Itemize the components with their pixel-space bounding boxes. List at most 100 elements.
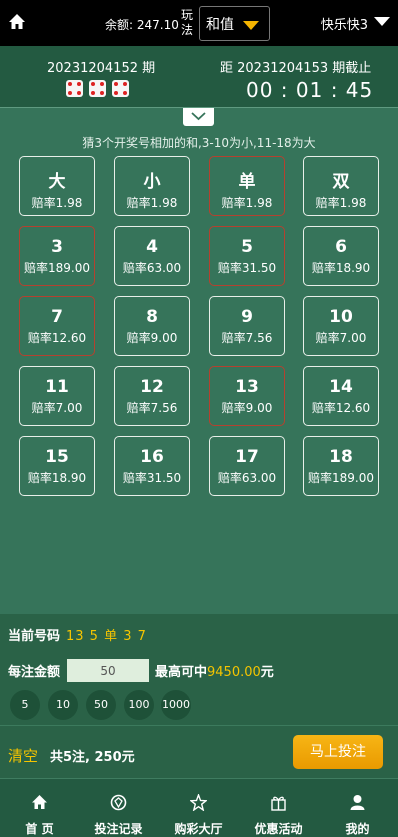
bet-option-title: 小: [143, 172, 161, 192]
bet-option[interactable]: 6 赔率18.90: [303, 226, 379, 286]
bet-option-odds: 赔率9.00: [126, 331, 178, 345]
bet-option[interactable]: 大赔率1.98: [19, 156, 95, 216]
nav-item-label: 首 页: [25, 822, 54, 836]
countdown-timer: 00 : 01 : 45: [246, 78, 374, 102]
play-mode-value: 和值: [206, 16, 234, 33]
bet-option[interactable]: 13 赔率9.00: [209, 366, 285, 426]
bet-option-odds: 赔率7.56: [126, 401, 178, 415]
current-period: 20231204152 期: [47, 61, 156, 76]
bet-option-title: 3: [51, 237, 63, 257]
expand-toggle[interactable]: [183, 108, 214, 126]
current-numbers-label: 当前号码: [8, 629, 61, 644]
bet-option[interactable]: 15 赔率18.90: [19, 436, 95, 496]
bet-option-title: 双: [332, 172, 350, 192]
bet-option-title: 4: [146, 237, 158, 257]
bet-option[interactable]: 18 赔率189.00: [303, 436, 379, 496]
bet-option-title: 14: [329, 377, 353, 397]
chip-button[interactable]: 10: [48, 690, 78, 720]
chevron-down-icon: [191, 112, 206, 121]
bet-summary: 共5注, 250元: [50, 750, 135, 765]
bet-option-odds: 赔率7.56: [221, 331, 273, 345]
nav-item-label: 购彩大厅: [174, 822, 223, 836]
home-icon[interactable]: [8, 13, 26, 31]
bet-option-odds: 赔率9.00: [221, 401, 273, 415]
bottom-nav: 首 页 投注记录 购彩大厅 优惠活动 我的: [0, 778, 398, 837]
nav-item-home[interactable]: 首 页: [0, 779, 79, 837]
bet-option-title: 7: [51, 307, 63, 327]
bet-option-title: 11: [45, 377, 69, 397]
bet-option-odds: 赔率31.50: [217, 261, 277, 275]
bet-option-odds: 赔率31.50: [122, 471, 182, 485]
bet-option-odds: 赔率1.98: [31, 196, 83, 210]
bet-option[interactable]: 8 赔率9.00: [114, 296, 190, 356]
bet-option-odds: 赔率18.90: [27, 471, 87, 485]
bet-option-title: 17: [235, 447, 259, 467]
bet-option-title: 大: [48, 172, 66, 192]
current-numbers-bar: 当前号码 13 5 单 3 7: [0, 614, 398, 652]
bet-option-title: 15: [45, 447, 69, 467]
clear-button[interactable]: 清空: [8, 745, 38, 766]
bet-option-title: 单: [238, 172, 256, 192]
next-period: 距 20231204153 期截止: [220, 61, 372, 76]
bet-option-odds: 赔率1.98: [315, 196, 367, 210]
bet-option-odds: 赔率18.90: [311, 261, 371, 275]
bet-option-title: 9: [241, 307, 253, 327]
nav-item-label: 我的: [345, 822, 370, 836]
bet-option[interactable]: 11 赔率7.00: [19, 366, 95, 426]
chip-button[interactable]: 1000: [161, 690, 191, 720]
play-mode-select[interactable]: 和值: [199, 6, 270, 41]
chip-button[interactable]: 100: [124, 690, 154, 720]
nav-item-label: 投注记录: [94, 822, 143, 836]
nav-item-lottery-hall[interactable]: 购彩大厅: [159, 779, 238, 837]
nav-item-promotions[interactable]: 优惠活动: [239, 779, 318, 837]
bet-option[interactable]: 12 赔率7.56: [114, 366, 190, 426]
bet-option-title: 5: [241, 237, 253, 257]
top-bar: 余额: 247.10 玩法 和值 快乐快3: [0, 0, 398, 46]
bet-option[interactable]: 7 赔率12.60: [19, 296, 95, 356]
nav-item-label: 优惠活动: [254, 822, 303, 836]
game-name[interactable]: 快乐快3: [321, 14, 368, 33]
bet-option-odds: 赔率1.98: [126, 196, 178, 210]
lottery-hall-icon: [190, 794, 207, 811]
max-win-amount: 9450.00: [207, 665, 261, 680]
bet-option-title: 6: [335, 237, 347, 257]
user-icon: [350, 795, 365, 810]
amount-label: 每注金额: [8, 665, 61, 680]
bet-option-title: 12: [140, 377, 164, 397]
chip-button[interactable]: 5: [10, 690, 40, 720]
rule-hint: 猜3个开奖号相加的和,3-10为小,11-18为大: [82, 136, 316, 150]
nav-item-profile[interactable]: 我的: [318, 779, 397, 837]
bet-option-odds: 赔率7.00: [315, 331, 367, 345]
bet-option-title: 10: [329, 307, 353, 327]
amount-input[interactable]: [67, 659, 149, 682]
dice-icon: [89, 80, 106, 97]
amount-row: 每注金额 最高可中9450.00元: [0, 652, 398, 686]
bet-option[interactable]: 9 赔率7.56: [209, 296, 285, 356]
bet-option[interactable]: 3 赔率189.00: [19, 226, 95, 286]
bet-option[interactable]: 4 赔率63.00: [114, 226, 190, 286]
bet-option[interactable]: 单赔率1.98: [209, 156, 285, 216]
submit-bet-button[interactable]: 马上投注: [293, 735, 383, 769]
bet-option[interactable]: 5 赔率31.50: [209, 226, 285, 286]
bet-option[interactable]: 14 赔率12.60: [303, 366, 379, 426]
bet-option[interactable]: 16 赔率31.50: [114, 436, 190, 496]
bet-option[interactable]: 双赔率1.98: [303, 156, 379, 216]
bet-option-odds: 赔率63.00: [217, 471, 277, 485]
nav-item-records[interactable]: 投注记录: [79, 779, 158, 837]
play-mode-label: 玩法: [181, 8, 194, 37]
dice-icon: [66, 80, 83, 97]
bet-option[interactable]: 17 赔率63.00: [209, 436, 285, 496]
bet-option-title: 8: [146, 307, 158, 327]
bet-option[interactable]: 10 赔率7.00: [303, 296, 379, 356]
chip-button[interactable]: 50: [86, 690, 116, 720]
caret-down-icon[interactable]: [374, 17, 390, 26]
dice-result: [66, 80, 129, 97]
total-row: 清空 共5注, 250元 马上投注: [0, 726, 398, 778]
bet-option-odds: 赔率1.98: [221, 196, 273, 210]
bet-option[interactable]: 小赔率1.98: [114, 156, 190, 216]
current-numbers-value: 13 5 单 3 7: [66, 629, 147, 644]
bet-option-title: 13: [235, 377, 259, 397]
bet-option-odds: 赔率63.00: [122, 261, 182, 275]
max-win-label: 最高可中: [155, 665, 208, 680]
balance-text: 余额: 247.10: [105, 18, 179, 32]
